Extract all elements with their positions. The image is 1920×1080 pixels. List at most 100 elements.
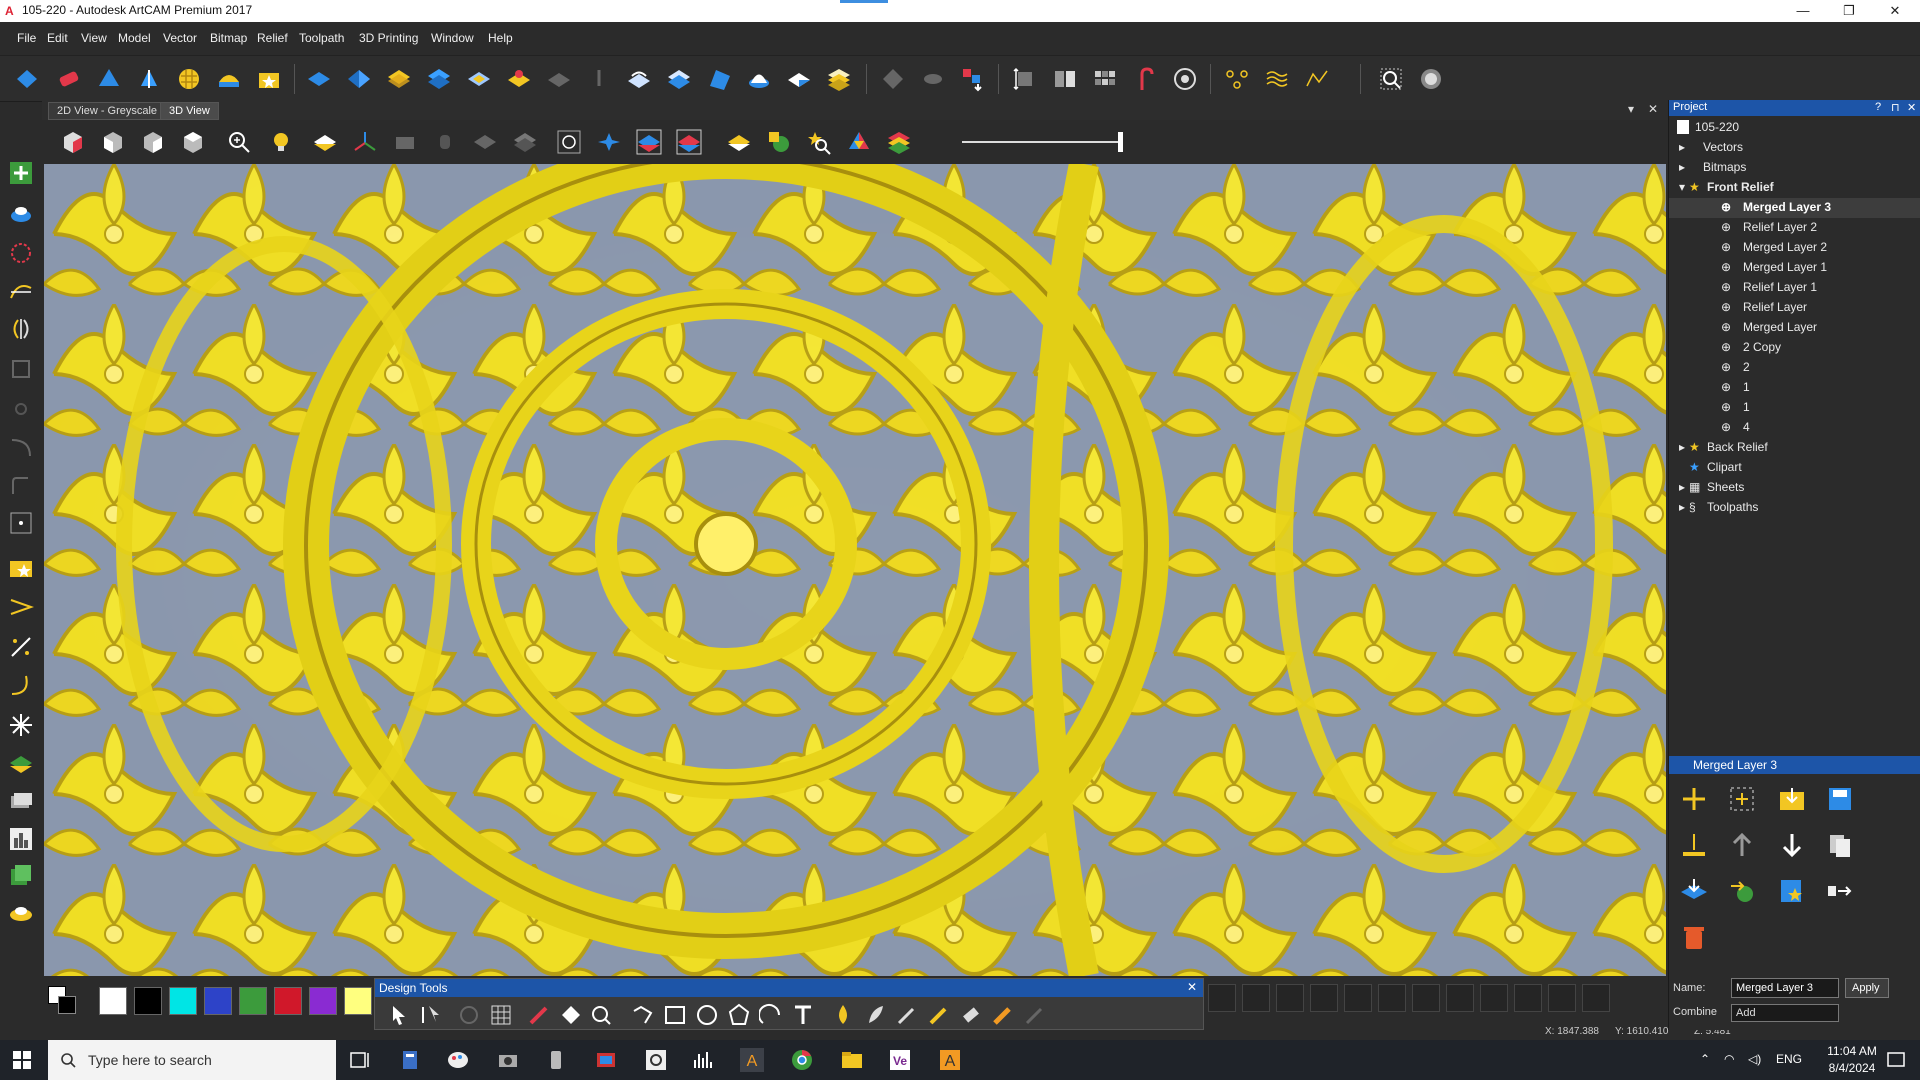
node-edit-icon[interactable] <box>8 634 34 660</box>
layer-name-input[interactable]: Merged Layer 3 <box>1731 978 1839 998</box>
offset-relief-icon[interactable] <box>666 66 692 92</box>
curve-tool-icon[interactable] <box>8 278 34 304</box>
tree-item-2[interactable]: ⊕ 2 <box>1669 358 1920 378</box>
expand-arrow-icon[interactable]: ▸ <box>1679 480 1685 494</box>
merge-layer-icon[interactable] <box>8 200 34 226</box>
artcam-app-icon[interactable]: A <box>740 1048 764 1072</box>
fill-drop-icon[interactable] <box>831 1003 855 1027</box>
color-pyramid-icon[interactable] <box>846 129 872 155</box>
artcam-second-icon[interactable]: A <box>938 1048 962 1072</box>
menu-model[interactable]: Model <box>118 31 151 45</box>
split-layer-icon[interactable] <box>1825 876 1855 906</box>
menu-3d-printing[interactable]: 3D Printing <box>359 31 418 45</box>
light-bulb-icon[interactable] <box>268 129 294 155</box>
tree-item-toolpaths[interactable]: ▸ § Toolpaths <box>1669 498 1920 518</box>
green-sheets-icon[interactable] <box>8 862 34 888</box>
eraser-relief-icon[interactable] <box>56 66 82 92</box>
plane-relief-icon[interactable] <box>786 66 812 92</box>
tree-item-4[interactable]: ⊕ 4 <box>1669 418 1920 438</box>
paint-brush-icon[interactable] <box>991 1003 1015 1027</box>
sculpt-relief-icon[interactable] <box>506 66 532 92</box>
tree-item-sheets[interactable]: ▸ ▦ Sheets <box>1669 478 1920 498</box>
tray-up-icon[interactable]: ⌃ <box>1700 1052 1710 1066</box>
design-tools-close-icon[interactable]: ✕ <box>1187 980 1197 994</box>
zoom-window-icon[interactable] <box>1378 66 1404 92</box>
volume-tray-icon[interactable]: ◁) <box>1748 1052 1761 1066</box>
swatch-red[interactable] <box>274 987 302 1015</box>
cane-icon[interactable] <box>1132 66 1158 92</box>
tab-3d-view[interactable]: 3D View <box>160 102 219 120</box>
vector-outline-icon[interactable] <box>556 129 582 155</box>
smooth-relief-icon[interactable] <box>346 66 372 92</box>
expand-arrow-icon[interactable]: ▸ <box>1679 160 1685 174</box>
file-explorer-icon[interactable] <box>840 1048 864 1072</box>
tree-item-merged-layer[interactable]: ⊕ Merged Layer <box>1669 318 1920 338</box>
chrome-app-icon[interactable] <box>790 1048 814 1072</box>
search-star-icon[interactable] <box>806 129 832 155</box>
grid-select-icon[interactable] <box>489 1003 513 1027</box>
dial-icon[interactable] <box>1172 66 1198 92</box>
paint-app-icon[interactable] <box>446 1048 470 1072</box>
network-tray-icon[interactable]: ◠ <box>1724 1052 1734 1066</box>
axes-icon[interactable] <box>352 129 378 155</box>
audio-app-icon[interactable] <box>692 1048 716 1072</box>
help-icon[interactable]: ? <box>1875 101 1881 113</box>
tree-item-clipart[interactable]: ★ Clipart <box>1669 458 1920 478</box>
tree-item-relief-layer[interactable]: ⊕ Relief Layer <box>1669 298 1920 318</box>
flat-relief-icon[interactable] <box>306 66 332 92</box>
clock-time[interactable]: 11:04 AM <box>1822 1044 1882 1058</box>
tile-icon[interactable] <box>1092 66 1118 92</box>
vectric-app-icon[interactable]: Ve <box>888 1048 912 1072</box>
spiral-tool-icon[interactable] <box>8 240 34 266</box>
layer-flat-icon[interactable] <box>1679 830 1709 860</box>
top-view-icon[interactable] <box>180 129 206 155</box>
close-view-icon[interactable]: ✕ <box>1648 102 1658 116</box>
close-project-icon[interactable]: ✕ <box>1907 101 1916 114</box>
menu-edit[interactable]: Edit <box>47 31 68 45</box>
menu-help[interactable]: Help <box>488 31 513 45</box>
text-tool-icon[interactable] <box>791 1003 815 1027</box>
media-app-icon[interactable] <box>594 1048 618 1072</box>
mirror-icon[interactable] <box>1052 66 1078 92</box>
notifications-icon[interactable] <box>1886 1050 1906 1070</box>
menu-file[interactable]: File <box>17 31 36 45</box>
taskbar-search-box[interactable]: Type here to search <box>48 1040 336 1080</box>
layered-relief-icon[interactable] <box>386 66 412 92</box>
yellow-tray-icon[interactable] <box>8 900 34 926</box>
secondary-color-swatch[interactable] <box>58 996 76 1014</box>
tree-item-relief-layer-1[interactable]: ⊕ Relief Layer 1 <box>1669 278 1920 298</box>
menu-view[interactable]: View <box>81 31 107 45</box>
merge-down-icon[interactable] <box>1727 876 1757 906</box>
lasso-icon[interactable] <box>589 1003 613 1027</box>
windows-start-icon[interactable] <box>12 1050 32 1070</box>
swatch-green[interactable] <box>239 987 267 1015</box>
move-up-icon[interactable] <box>1727 830 1757 860</box>
move-down-icon[interactable] <box>1777 830 1807 860</box>
import-layer-icon[interactable] <box>1777 784 1807 814</box>
network-app-icon[interactable] <box>644 1048 668 1072</box>
side-view-icon[interactable] <box>140 129 166 155</box>
point-box-icon[interactable] <box>8 510 34 536</box>
favourite-layer-icon[interactable] <box>1777 876 1807 906</box>
expand-arrow-icon[interactable]: ▸ <box>1679 500 1685 514</box>
save-layer-icon[interactable] <box>1825 784 1855 814</box>
front-view-icon[interactable] <box>100 129 126 155</box>
add-layer-icon[interactable] <box>8 160 34 186</box>
relief-plane-icon[interactable] <box>14 66 40 92</box>
combine-select[interactable]: Add <box>1731 1004 1839 1022</box>
clock-date[interactable]: 8/4/2024 <box>1822 1061 1882 1075</box>
menu-vector[interactable]: Vector <box>163 31 197 45</box>
swatch-yellow[interactable] <box>344 987 372 1015</box>
select-layer-icon[interactable] <box>1727 784 1757 814</box>
select-arrow-icon[interactable] <box>387 1003 411 1027</box>
delete-layer-icon[interactable] <box>1679 922 1709 952</box>
tabs-dropdown-icon[interactable]: ▾ <box>1628 102 1634 116</box>
calculator-icon[interactable] <box>398 1048 422 1072</box>
tree-item-merged-layer-1[interactable]: ⊕ Merged Layer 1 <box>1669 258 1920 278</box>
maximize-button[interactable]: ❐ <box>1826 0 1872 22</box>
menu-toolpath[interactable]: Toolpath <box>299 31 344 45</box>
node-points-icon[interactable] <box>1224 66 1250 92</box>
menu-window[interactable]: Window <box>431 31 474 45</box>
folder-star-tool-icon[interactable] <box>8 554 34 580</box>
tree-item-2-copy[interactable]: ⊕ 2 Copy <box>1669 338 1920 358</box>
